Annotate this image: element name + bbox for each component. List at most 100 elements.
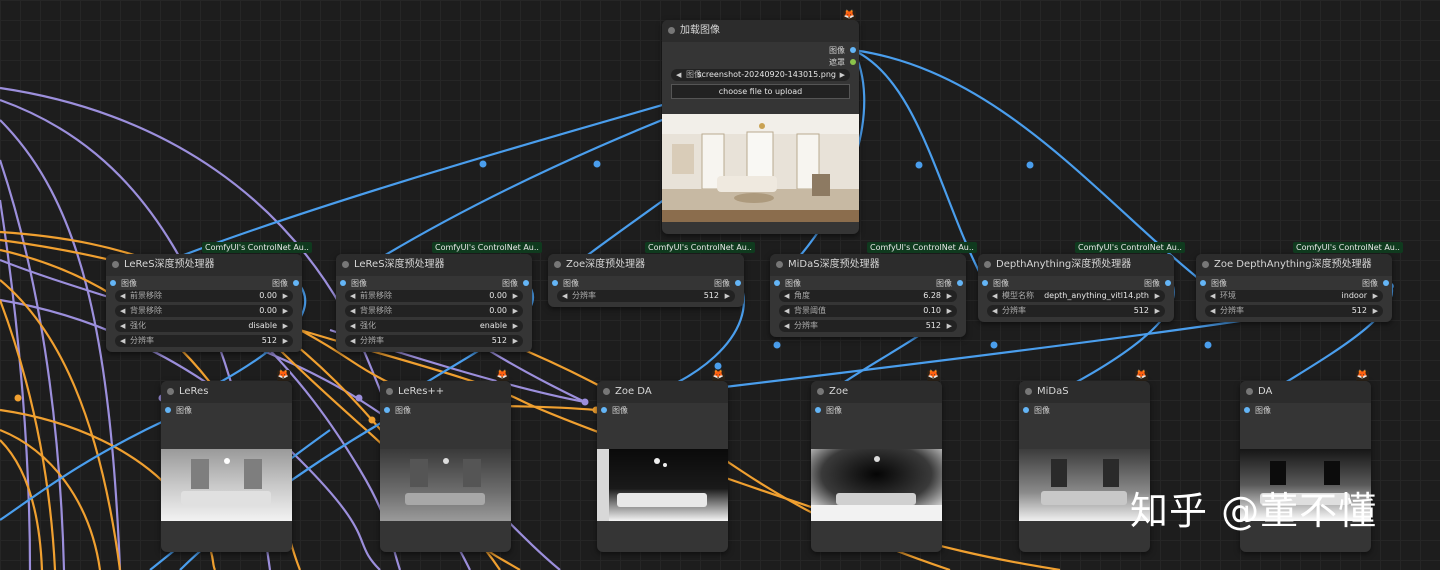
collapse-dot-icon[interactable] — [603, 388, 610, 395]
collapse-dot-icon[interactable] — [1246, 388, 1253, 395]
collapse-dot-icon[interactable] — [386, 388, 393, 395]
socket-dot-icon[interactable] — [1165, 279, 1171, 286]
preprocessor-node-leres[interactable]: LeReS深度预处理器 图像 图像 ◀ 前景移除 0.00 ▶ ◀ 背景移除 0.00 ▶ … — [106, 254, 302, 352]
arrow-right-icon[interactable]: ▶ — [283, 335, 288, 347]
socket-dot-icon[interactable] — [815, 406, 821, 413]
arrow-left-icon[interactable]: ◀ — [120, 320, 125, 332]
preview-node-zoe-da[interactable]: Zoe DA 图像 — [597, 381, 728, 552]
socket-dot-icon[interactable] — [957, 279, 963, 286]
socket-dot-icon[interactable] — [110, 279, 116, 286]
arrow-right-icon[interactable]: ▶ — [513, 290, 518, 302]
collapse-dot-icon[interactable] — [112, 261, 119, 268]
collapse-dot-icon[interactable] — [668, 27, 675, 34]
socket-dot-icon[interactable] — [293, 279, 299, 286]
preprocessor-node-leres-plus[interactable]: LeReS深度预处理器 图像 图像 ◀ 前景移除 0.00 ▶ ◀ 背景移除 0.00 ▶ … — [336, 254, 532, 352]
socket-dot-icon[interactable] — [1200, 279, 1206, 286]
socket-dot-icon[interactable] — [340, 279, 346, 286]
input-image[interactable]: 图像 — [110, 278, 137, 289]
image-select-widget[interactable]: ◀ 图像 screenshot-20240920-143015.png ▶ — [671, 69, 850, 81]
arrow-left-icon[interactable]: ◀ — [992, 290, 997, 302]
arrow-left-icon[interactable]: ◀ — [120, 290, 125, 302]
arrow-right-icon[interactable]: ▶ — [283, 320, 288, 332]
output-image[interactable]: 图像 — [829, 45, 856, 56]
input-image[interactable]: 图像 — [552, 278, 579, 289]
widget-model-name[interactable]: ◀ 模型名称 depth_anything_vitl14.pth ▶ — [987, 290, 1165, 302]
output-image[interactable]: 图像 — [936, 278, 963, 289]
node-header[interactable]: LeReS深度预处理器 — [336, 254, 532, 276]
widget-bg-threshold[interactable]: ◀ 背景阈值 0.10 ▶ — [779, 305, 957, 317]
arrow-right-icon[interactable]: ▶ — [1373, 290, 1378, 302]
socket-dot-icon[interactable] — [982, 279, 988, 286]
widget-bg-remove[interactable]: ◀ 背景移除 0.00 ▶ — [345, 305, 523, 317]
preprocessor-node-midas[interactable]: MiDaS深度预处理器 图像 图像 ◀ 角度 6.28 ▶ ◀ 背景阈值 0.10 ▶ ◀ 分… — [770, 254, 966, 337]
arrow-right-icon[interactable]: ▶ — [1155, 290, 1160, 302]
node-header[interactable]: Zoe DA — [597, 381, 728, 403]
preview-node-leres[interactable]: LeRes 图像 — [161, 381, 292, 552]
arrow-right-icon[interactable]: ▶ — [840, 69, 845, 81]
node-header[interactable]: LeReS深度预处理器 — [106, 254, 302, 276]
arrow-right-icon[interactable]: ▶ — [283, 290, 288, 302]
socket-dot-icon[interactable] — [552, 279, 558, 286]
arrow-left-icon[interactable]: ◀ — [350, 335, 355, 347]
input-image[interactable]: 图像 — [1023, 405, 1050, 416]
arrow-left-icon[interactable]: ◀ — [784, 305, 789, 317]
preview-node-zoe[interactable]: Zoe 图像 — [811, 381, 942, 552]
input-image[interactable]: 图像 — [601, 405, 628, 416]
collapse-dot-icon[interactable] — [1202, 261, 1209, 268]
widget-angle[interactable]: ◀ 角度 6.28 ▶ — [779, 290, 957, 302]
collapse-dot-icon[interactable] — [342, 261, 349, 268]
preprocessor-node-zoe-depthanything[interactable]: Zoe DepthAnything深度预处理器 图像 图像 ◀ 环境 indoor ▶… — [1196, 254, 1392, 322]
output-image[interactable]: 图像 — [272, 278, 299, 289]
arrow-left-icon[interactable]: ◀ — [350, 305, 355, 317]
widget-resolution[interactable]: ◀ 分辨率 512 ▶ — [1205, 305, 1383, 317]
node-header[interactable]: DepthAnything深度预处理器 — [978, 254, 1174, 276]
input-image[interactable]: 图像 — [165, 405, 192, 416]
arrow-right-icon[interactable]: ▶ — [1373, 305, 1378, 317]
socket-dot-icon[interactable] — [1244, 406, 1250, 413]
arrow-left-icon[interactable]: ◀ — [120, 305, 125, 317]
node-header[interactable]: DA — [1240, 381, 1371, 403]
output-image[interactable]: 图像 — [1362, 278, 1389, 289]
widget-fg-remove[interactable]: ◀ 前景移除 0.00 ▶ — [115, 290, 293, 302]
arrow-right-icon[interactable]: ▶ — [947, 290, 952, 302]
collapse-dot-icon[interactable] — [984, 261, 991, 268]
widget-resolution[interactable]: ◀ 分辨率 512 ▶ — [557, 290, 735, 302]
arrow-left-icon[interactable]: ◀ — [784, 320, 789, 332]
arrow-left-icon[interactable]: ◀ — [1210, 290, 1215, 302]
output-mask[interactable]: 遮罩 — [829, 57, 856, 68]
socket-dot-icon[interactable] — [384, 406, 390, 413]
input-image[interactable]: 图像 — [774, 278, 801, 289]
arrow-right-icon[interactable]: ▶ — [513, 320, 518, 332]
arrow-right-icon[interactable]: ▶ — [513, 335, 518, 347]
arrow-left-icon[interactable]: ◀ — [120, 335, 125, 347]
widget-fg-remove[interactable]: ◀ 前景移除 0.00 ▶ — [345, 290, 523, 302]
arrow-right-icon[interactable]: ▶ — [1155, 305, 1160, 317]
node-header[interactable]: Zoe — [811, 381, 942, 403]
socket-dot-icon[interactable] — [850, 58, 856, 65]
input-image[interactable]: 图像 — [982, 278, 1009, 289]
collapse-dot-icon[interactable] — [1025, 388, 1032, 395]
load-image-node[interactable]: 加载图像 图像 遮罩 ◀ 图像 screenshot-20240920-1430… — [662, 20, 859, 234]
arrow-right-icon[interactable]: ▶ — [725, 290, 730, 302]
widget-boost[interactable]: ◀ 强化 enable ▶ — [345, 320, 523, 332]
socket-dot-icon[interactable] — [601, 406, 607, 413]
arrow-right-icon[interactable]: ▶ — [947, 320, 952, 332]
arrow-left-icon[interactable]: ◀ — [1210, 305, 1215, 317]
output-image[interactable]: 图像 — [1144, 278, 1171, 289]
node-header[interactable]: MiDaS深度预处理器 — [770, 254, 966, 276]
socket-dot-icon[interactable] — [523, 279, 529, 286]
node-header[interactable]: Zoe深度预处理器 — [548, 254, 744, 276]
arrow-left-icon[interactable]: ◀ — [992, 305, 997, 317]
socket-dot-icon[interactable] — [850, 46, 856, 53]
input-image[interactable]: 图像 — [1244, 405, 1271, 416]
node-header[interactable]: LeRes++ — [380, 381, 511, 403]
collapse-dot-icon[interactable] — [817, 388, 824, 395]
widget-resolution[interactable]: ◀ 分辨率 512 ▶ — [987, 305, 1165, 317]
node-header[interactable]: MiDaS — [1019, 381, 1150, 403]
preprocessor-node-depthanything[interactable]: DepthAnything深度预处理器 图像 图像 ◀ 模型名称 depth_any… — [978, 254, 1174, 322]
output-image[interactable]: 图像 — [502, 278, 529, 289]
socket-dot-icon[interactable] — [774, 279, 780, 286]
socket-dot-icon[interactable] — [1023, 406, 1029, 413]
upload-button[interactable]: choose file to upload — [671, 84, 850, 99]
input-image[interactable]: 图像 — [340, 278, 367, 289]
